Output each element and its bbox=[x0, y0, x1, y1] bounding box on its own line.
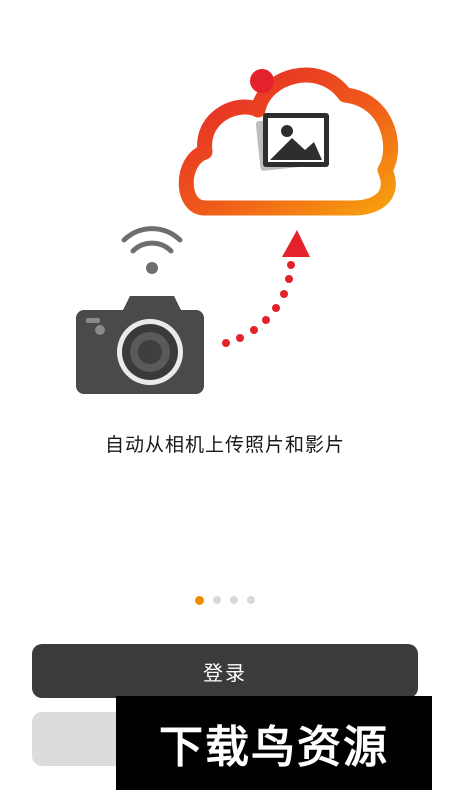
page-indicator bbox=[0, 593, 450, 607]
login-button[interactable]: 登录 bbox=[32, 644, 418, 698]
page-dot-active[interactable] bbox=[195, 595, 204, 605]
page-dot[interactable] bbox=[213, 596, 221, 604]
upload-arrow-icon bbox=[222, 230, 310, 347]
page-dot[interactable] bbox=[247, 596, 255, 604]
photo-icon bbox=[255, 113, 329, 171]
onboarding-illustration bbox=[76, 67, 399, 394]
watermark: 下载鸟资源 bbox=[116, 696, 432, 790]
onboarding-caption: 自动从相机上传照片和影片 bbox=[104, 434, 345, 456]
wifi-icon bbox=[121, 226, 183, 274]
camera-icon bbox=[76, 296, 204, 394]
page-dot[interactable] bbox=[230, 596, 238, 604]
